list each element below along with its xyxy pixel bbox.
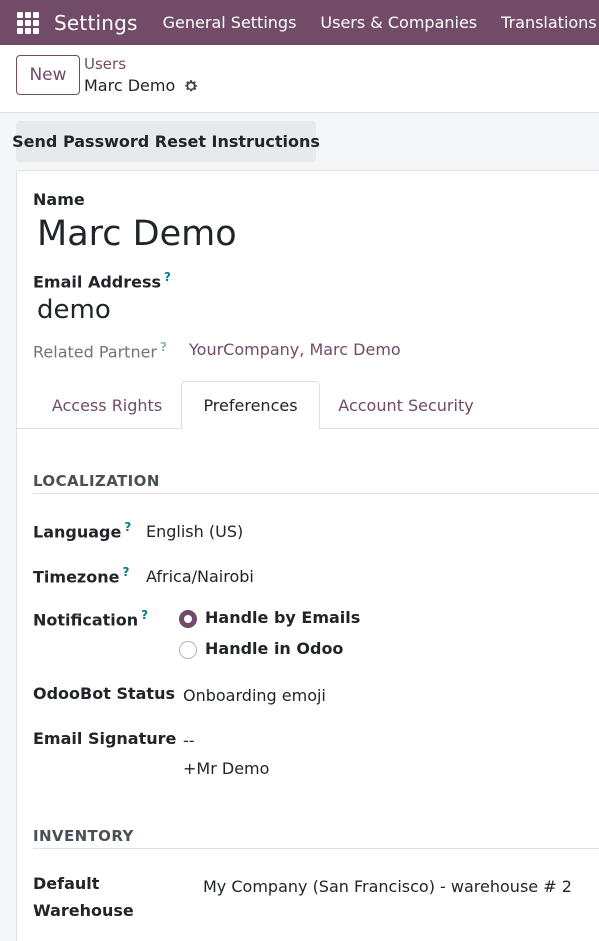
email-signature-label: Email Signature: [33, 729, 177, 748]
email-label-text: Email Address: [33, 272, 162, 292]
notification-label-text: Notification: [33, 610, 139, 630]
language-field[interactable]: English (US): [146, 522, 243, 541]
timezone-help-icon[interactable]: ?: [122, 565, 129, 579]
timezone-label-text: Timezone: [33, 567, 120, 587]
timezone-label: Timezone?: [33, 565, 129, 586]
control-panel: New Users Marc Demo: [0, 45, 599, 113]
notebook-tabs: Access Rights Preferences Account Securi…: [16, 381, 599, 430]
send-password-reset-button[interactable]: Send Password Reset Instructions: [12, 121, 320, 162]
email-signature-line-2[interactable]: +Mr Demo: [183, 759, 269, 778]
handle-in-odoo-label[interactable]: Handle in Odoo: [205, 639, 343, 658]
name-label: Name: [33, 190, 85, 209]
radio-handle-by-emails[interactable]: [179, 610, 197, 628]
menu-users-companies[interactable]: Users & Companies: [320, 13, 477, 32]
email-help-icon[interactable]: ?: [164, 270, 171, 284]
breadcrumb-users[interactable]: Users: [84, 55, 126, 73]
tab-account-security[interactable]: Account Security: [324, 381, 488, 429]
top-navbar: Settings General Settings Users & Compan…: [0, 0, 599, 45]
related-partner-label: Related Partner?: [33, 340, 167, 361]
menu-general-settings[interactable]: General Settings: [163, 13, 297, 32]
related-partner-link[interactable]: YourCompany, Marc Demo: [189, 340, 401, 359]
email-field[interactable]: demo: [37, 295, 111, 325]
default-warehouse-field[interactable]: My Company (San Francisco) - warehouse #…: [203, 877, 572, 896]
notification-help-icon[interactable]: ?: [141, 608, 148, 622]
language-label-text: Language: [33, 522, 122, 542]
localization-divider: [33, 493, 599, 494]
language-label: Language?: [33, 520, 131, 541]
app-name[interactable]: Settings: [54, 11, 138, 35]
related-partner-label-text: Related Partner: [33, 342, 157, 362]
handle-by-emails-label[interactable]: Handle by Emails: [205, 608, 360, 627]
inventory-divider: [33, 848, 599, 849]
apps-menu-icon[interactable]: [17, 11, 39, 34]
tab-preferences[interactable]: Preferences: [181, 381, 320, 430]
email-label: Email Address?: [33, 270, 171, 291]
timezone-field[interactable]: Africa/Nairobi: [146, 567, 254, 586]
default-warehouse-label-line2: Warehouse: [33, 901, 134, 920]
odoobot-status-field[interactable]: Onboarding emoji: [183, 686, 326, 705]
menu-translations[interactable]: Translations: [501, 13, 597, 32]
related-partner-help-icon[interactable]: ?: [160, 340, 167, 354]
gear-icon[interactable]: [183, 78, 199, 94]
name-field[interactable]: Marc Demo: [37, 214, 237, 254]
localization-section-title: LOCALIZATION: [33, 472, 160, 490]
inventory-section-title: INVENTORY: [33, 827, 134, 845]
new-button[interactable]: New: [16, 55, 80, 95]
odoobot-status-label: OdooBot Status: [33, 684, 175, 703]
breadcrumb-current-label: Marc Demo: [84, 76, 176, 95]
notification-label: Notification?: [33, 608, 148, 629]
email-signature-line-1[interactable]: --: [183, 731, 195, 750]
language-help-icon[interactable]: ?: [124, 520, 131, 534]
tab-access-rights[interactable]: Access Rights: [37, 381, 177, 429]
default-warehouse-label-line1: Default: [33, 874, 100, 893]
breadcrumb-current: Marc Demo: [84, 76, 199, 95]
radio-handle-in-odoo[interactable]: [179, 641, 197, 659]
